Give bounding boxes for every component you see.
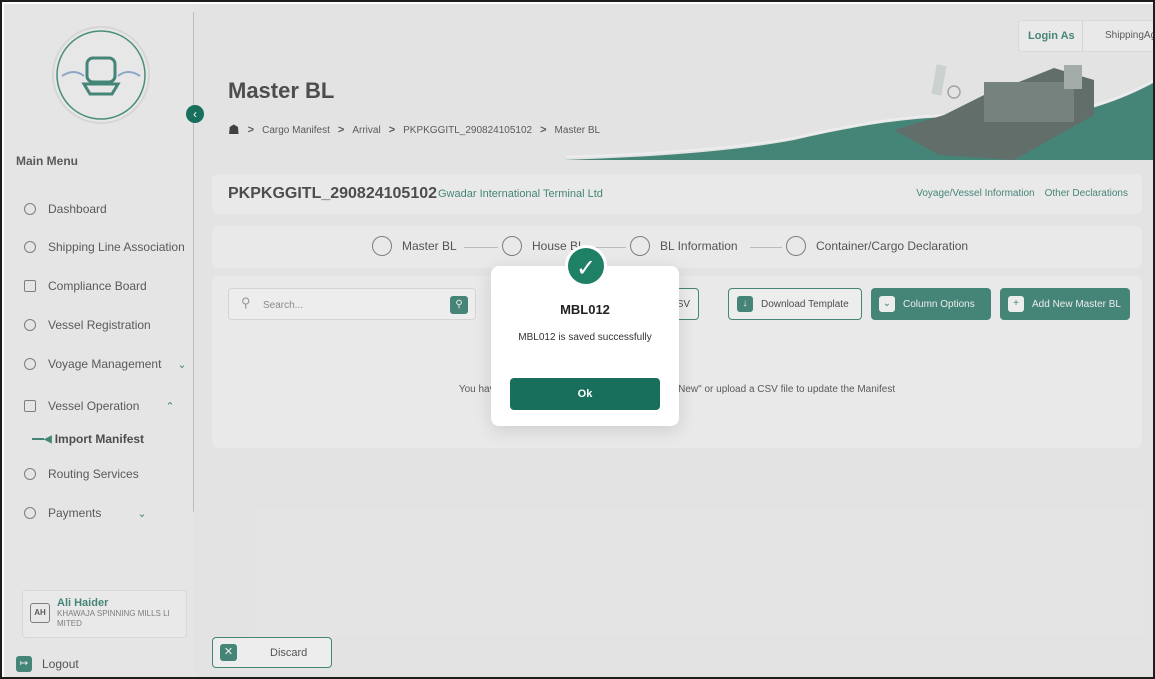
success-dialog: MBL012 MBL012 is saved successfully Ok bbox=[491, 266, 679, 426]
checkmark-icon: ✓ bbox=[565, 245, 607, 287]
ok-button[interactable]: Ok bbox=[510, 378, 660, 410]
sidebar-collapse-button[interactable]: ‹ bbox=[186, 105, 204, 123]
dialog-message: MBL012 is saved successfully bbox=[518, 332, 652, 343]
dialog-title: MBL012 bbox=[560, 302, 610, 317]
app-window: Main Menu Dashboard Shipping Line Associ… bbox=[0, 0, 1155, 679]
